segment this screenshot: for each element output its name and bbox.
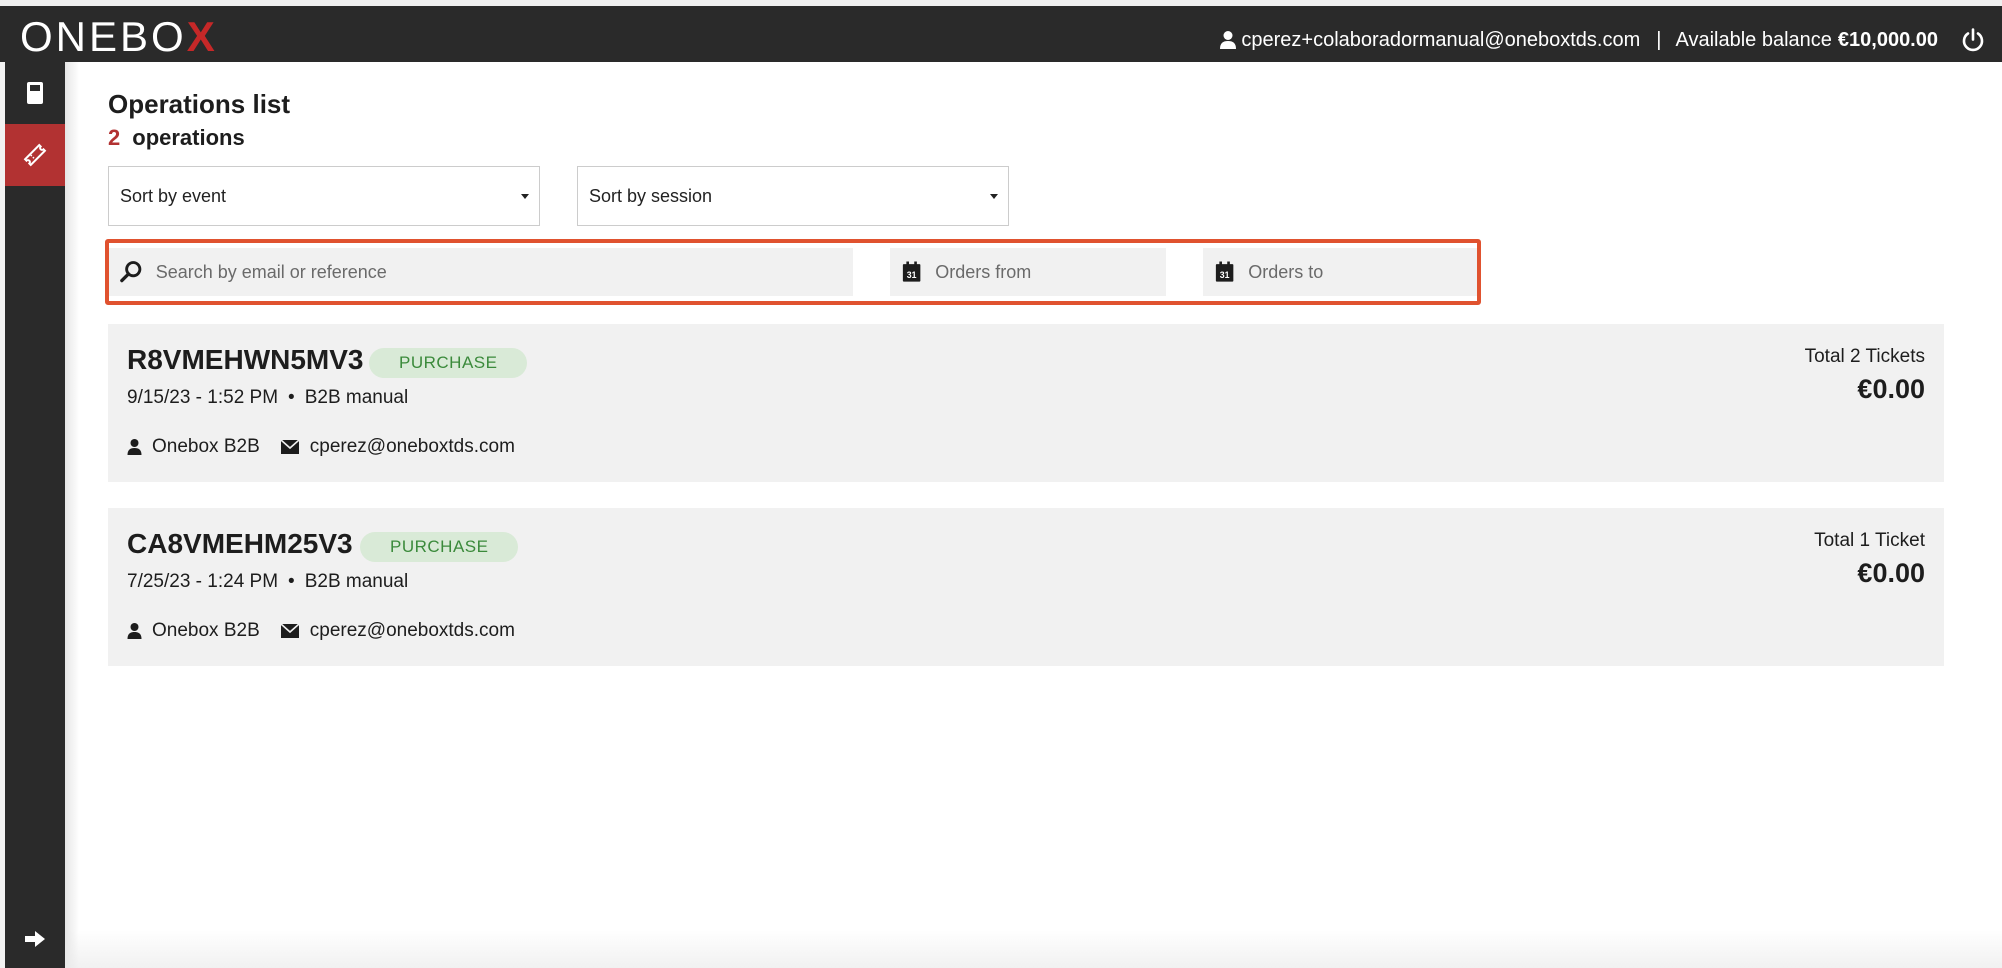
balance-amount: €10,000.00 [1837,28,1938,51]
client-email: cperez@oneboxtds.com [309,436,515,457]
sidebar-item-tickets[interactable] [5,124,65,186]
account-info: cperez+colaboradormanual@oneboxtds.com |… [1219,12,1986,68]
operation-date: 7/25/23 - 1:24 PM [127,571,279,592]
svg-text:31: 31 [1220,270,1230,280]
operation-channel: B2B manual [304,571,409,592]
orders-from-field[interactable]: 31 [890,248,1166,296]
orders-to-input[interactable] [1248,261,1477,283]
bottom-fade [65,930,2002,968]
search-field[interactable] [109,248,853,296]
operation-meta: 9/15/23 - 1:52 PM • B2B manual [127,387,408,409]
sort-by-session-label: Sort by session [589,185,713,206]
search-filters-highlight: 31 31 [105,239,1481,305]
operation-date: 9/15/23 - 1:52 PM [127,387,279,408]
ticket-icon [23,143,47,167]
calendar-icon: 31 [1215,261,1234,282]
total-tickets: Total 2 Tickets [1804,346,1925,367]
operation-type-badge: PURCHASE [369,348,528,378]
top-bar: ONEBO X cperez+colaboradormanual@oneboxtd… [0,0,2002,62]
logo-x: X [186,13,218,60]
user-icon [127,623,142,639]
sidebar [5,62,65,968]
orders-from-input[interactable] [935,261,1166,283]
orders-to-field[interactable]: 31 [1203,248,1477,296]
expand-sidebar-button[interactable] [5,924,65,954]
client-email: cperez@oneboxtds.com [309,620,515,641]
separator: | [1656,28,1662,51]
total-amount: €0.00 [1857,558,1925,588]
caret-down-icon [990,194,998,199]
sort-by-event-label: Sort by event [120,185,227,206]
search-input[interactable] [155,261,853,283]
arrow-right-icon [25,931,45,947]
client-name: Onebox B2B [152,436,260,457]
bullet: • [288,387,295,408]
bullet: • [288,571,295,592]
orders-icon [27,82,43,104]
svg-text:31: 31 [907,270,917,280]
search-icon [120,261,142,283]
logo-text: ONEBO [20,13,187,60]
operation-card[interactable]: R8VMEHWN5MV3 PURCHASE 9/15/23 - 1:52 PM •… [108,324,1944,482]
page-title: Operations list [108,89,291,119]
sort-by-event-select[interactable]: Sort by event [108,166,540,226]
caret-down-icon [521,194,529,199]
total-tickets: Total 1 Ticket [1814,530,1925,551]
operations-count: 2 operations [108,125,245,151]
envelope-icon [280,439,300,454]
sidebar-item-orders[interactable] [5,62,65,124]
operation-contact: Onebox B2B cperez@oneboxtds.com [127,620,515,642]
sort-by-session-select[interactable]: Sort by session [577,166,1009,226]
operation-contact: Onebox B2B cperez@oneboxtds.com [127,436,515,458]
operation-reference: R8VMEHWN5MV3 [127,344,364,375]
count-label: operations [132,125,245,150]
user-icon [127,439,142,455]
envelope-icon [280,623,300,638]
power-icon[interactable] [1960,27,1986,53]
operation-card[interactable]: CA8VMEHM25V3 PURCHASE 7/25/23 - 1:24 PM •… [108,508,1944,666]
count-number: 2 [108,125,121,150]
total-amount: €0.00 [1857,374,1925,404]
user-icon [1220,31,1237,49]
operation-channel: B2B manual [304,387,409,408]
client-name: Onebox B2B [152,620,260,641]
calendar-icon: 31 [902,261,921,282]
onebox-logo[interactable]: ONEBO X [20,13,218,60]
balance-label: Available balance [1675,28,1832,51]
operation-meta: 7/25/23 - 1:24 PM • B2B manual [127,571,408,593]
sidebar-shadow [65,62,79,968]
user-email: cperez+colaboradormanual@oneboxtds.com [1241,28,1641,51]
operation-type-badge: PURCHASE [360,532,519,562]
operation-reference: CA8VMEHM25V3 [127,528,353,559]
